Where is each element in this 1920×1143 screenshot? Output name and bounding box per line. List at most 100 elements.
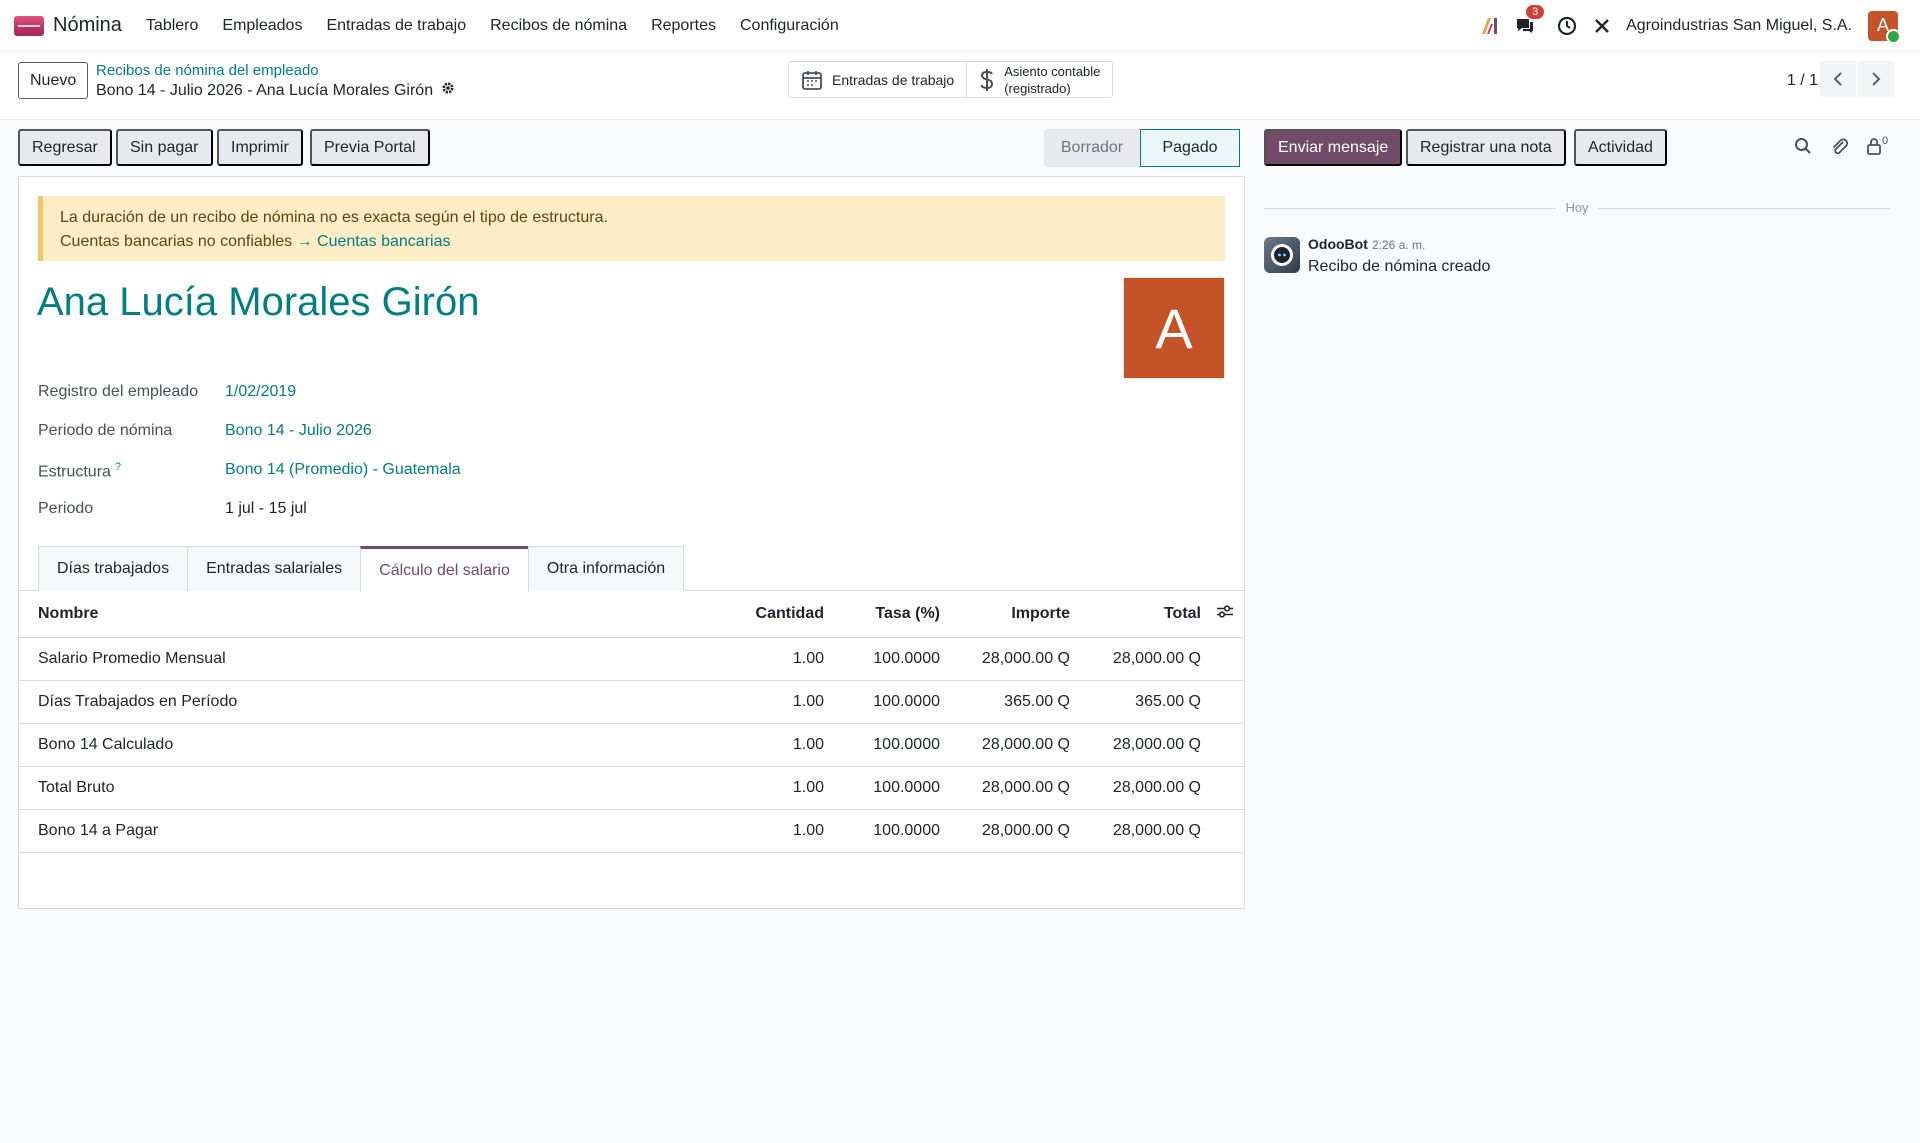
- table-row[interactable]: Total Bruto 1.00 100.0000 28,000.00 Q 28…: [19, 767, 1244, 810]
- cell-name: Salario Promedio Mensual: [38, 650, 226, 667]
- help-icon[interactable]: ?: [115, 461, 121, 473]
- menu-empleados[interactable]: Empleados: [222, 17, 302, 35]
- cell-qty: 1.00: [792, 779, 824, 796]
- activity-button[interactable]: Actividad: [1574, 129, 1667, 166]
- ai-icon[interactable]: [1479, 15, 1501, 37]
- tab-entradas-salariales[interactable]: Entradas salariales: [187, 546, 362, 591]
- cell-name: Total Bruto: [38, 779, 115, 796]
- menu-tablero[interactable]: Tablero: [146, 17, 198, 35]
- paperclip-icon[interactable]: [1830, 136, 1849, 161]
- cell-rate: 100.0000: [873, 736, 940, 753]
- periodo-nomina-value[interactable]: Bono 14 - Julio 2026: [225, 422, 372, 440]
- cell-qty: 1.00: [792, 693, 824, 710]
- salary-lines-table: Nombre Cantidad Tasa (%) Importe Total S…: [19, 591, 1244, 853]
- periodo-value[interactable]: 1 jul - 15 jul: [225, 500, 307, 518]
- header-name[interactable]: Nombre: [38, 605, 98, 623]
- table-row[interactable]: Días Trabajados en Período 1.00 100.0000…: [19, 681, 1244, 724]
- journal-entry-label: Asiento contable (registrado): [1004, 63, 1100, 97]
- cell-total: 365.00 Q: [1135, 693, 1201, 710]
- tab-calculo-salario[interactable]: Cálculo del salario: [360, 546, 529, 592]
- tab-dias-trabajados[interactable]: Días trabajados: [38, 546, 189, 591]
- menu-reportes[interactable]: Reportes: [651, 17, 716, 35]
- journal-entry-line2: (registrado): [1004, 80, 1071, 96]
- alert-line-duration: La duración de un recibo de nómina no es…: [60, 209, 608, 226]
- breadcrumb-current-label: Bono 14 - Julio 2026 - Ana Lucía Morales…: [96, 81, 434, 99]
- app-switcher[interactable]: Nómina: [14, 14, 146, 37]
- messages-icon[interactable]: 3: [1514, 4, 1545, 37]
- pager-value[interactable]: 1 / 1: [1787, 72, 1818, 90]
- table-row[interactable]: Bono 14 a Pagar 1.00 100.0000 28,000.00 …: [19, 810, 1244, 853]
- app-name[interactable]: Nómina: [53, 14, 122, 37]
- status-bar: Borrador Pagado: [1044, 129, 1240, 167]
- tab-otra-informacion[interactable]: Otra información: [527, 546, 685, 591]
- cell-qty: 1.00: [792, 650, 824, 667]
- cell-rate: 100.0000: [873, 650, 940, 667]
- print-button[interactable]: Imprimir: [217, 129, 303, 166]
- breadcrumb-parent[interactable]: Recibos de nómina del empleado: [96, 62, 319, 79]
- breadcrumb-current: Bono 14 - Julio 2026 - Ana Lucía Morales…: [96, 81, 455, 100]
- registro-label: Registro del empleado: [38, 383, 199, 400]
- message-author[interactable]: OdooBot: [1308, 236, 1368, 252]
- bank-accounts-link[interactable]: → Cuentas bancarias: [297, 233, 451, 250]
- cell-amount: 28,000.00 Q: [981, 650, 1070, 667]
- back-button[interactable]: Regresar: [18, 129, 112, 166]
- cell-total: 28,000.00 Q: [1112, 650, 1201, 667]
- payroll-app-icon[interactable]: [14, 15, 44, 36]
- column-options-icon[interactable]: [1216, 604, 1234, 625]
- status-paid[interactable]: Pagado: [1140, 129, 1240, 167]
- menu-configuracion[interactable]: Configuración: [740, 17, 839, 35]
- estructura-label: Estructura?: [38, 461, 121, 481]
- pager-next-button[interactable]: [1858, 61, 1894, 97]
- periodo-label: Periodo: [38, 500, 94, 517]
- menu-recibos-nomina[interactable]: Recibos de nómina: [490, 17, 627, 35]
- date-separator: Hoy: [1264, 198, 1890, 218]
- journal-entry-smart-button[interactable]: Asiento contable (registrado): [966, 62, 1112, 97]
- status-draft[interactable]: Borrador: [1044, 129, 1140, 167]
- unpaid-button[interactable]: Sin pagar: [116, 129, 213, 166]
- header-total[interactable]: Total: [1164, 605, 1201, 623]
- chatter-tools: 0: [1794, 134, 1889, 161]
- cell-rate: 100.0000: [873, 693, 940, 710]
- employee-avatar[interactable]: A: [1123, 277, 1225, 379]
- cell-name: Bono 14 Calculado: [38, 736, 174, 753]
- navbar-systray: 3 Agroindustrias San Miguel, S.A. A: [1466, 4, 1901, 44]
- pager-previous-button[interactable]: [1820, 61, 1856, 97]
- registro-value[interactable]: 1/02/2019: [225, 383, 296, 401]
- top-navbar: Nómina Tablero Empleados Entradas de tra…: [0, 0, 1920, 52]
- employee-name[interactable]: Ana Lucía Morales Girón: [37, 280, 479, 325]
- cell-amount: 28,000.00 Q: [981, 779, 1070, 796]
- message-body: Recibo de nómina creado: [1308, 258, 1491, 275]
- alert-line-bank: Cuentas bancarias no confiables → Cuenta…: [60, 230, 1225, 254]
- work-entries-smart-button[interactable]: Entradas de trabajo: [789, 62, 966, 97]
- send-message-button[interactable]: Enviar mensaje: [1264, 129, 1403, 166]
- estructura-value[interactable]: Bono 14 (Promedio) - Guatemala: [225, 461, 461, 479]
- header-amount[interactable]: Importe: [1011, 605, 1070, 623]
- messages-badge: 3: [1526, 4, 1545, 19]
- followers-count: 0: [1882, 134, 1889, 147]
- new-button[interactable]: Nuevo: [18, 62, 89, 99]
- header-qty[interactable]: Cantidad: [756, 605, 824, 623]
- table-row[interactable]: Salario Promedio Mensual 1.00 100.0000 2…: [19, 638, 1244, 681]
- search-icon[interactable]: [1794, 137, 1812, 160]
- estructura-label-text: Estructura: [38, 463, 111, 481]
- odoobot-avatar[interactable]: [1264, 237, 1300, 273]
- cell-total: 28,000.00 Q: [1112, 736, 1201, 753]
- log-note-button[interactable]: Registrar una nota: [1406, 129, 1566, 166]
- form-tabs: Días trabajados Entradas salariales Cálc…: [38, 546, 685, 592]
- menu-entradas-trabajo[interactable]: Entradas de trabajo: [326, 17, 466, 35]
- cell-total: 28,000.00 Q: [1112, 779, 1201, 796]
- header-rate[interactable]: Tasa (%): [875, 605, 940, 623]
- table-row[interactable]: Bono 14 Calculado 1.00 100.0000 28,000.0…: [19, 724, 1244, 767]
- periodo-nomina-label: Periodo de nómina: [38, 422, 173, 439]
- alert-bank-text: Cuentas bancarias no confiables: [60, 233, 293, 250]
- clock-icon[interactable]: [1556, 15, 1578, 37]
- cell-qty: 1.00: [792, 822, 824, 839]
- journal-entry-line1: Asiento contable: [1004, 63, 1101, 79]
- user-avatar[interactable]: A: [1868, 10, 1901, 44]
- gear-icon[interactable]: [441, 81, 455, 100]
- message-time: 2:26 a. m.: [1372, 238, 1426, 252]
- tools-icon[interactable]: [1591, 15, 1613, 37]
- preview-portal-button[interactable]: Previa Portal: [310, 129, 430, 166]
- followers-icon[interactable]: [1866, 137, 1882, 160]
- company-switcher[interactable]: Agroindustrias San Miguel, S.A.: [1626, 17, 1852, 35]
